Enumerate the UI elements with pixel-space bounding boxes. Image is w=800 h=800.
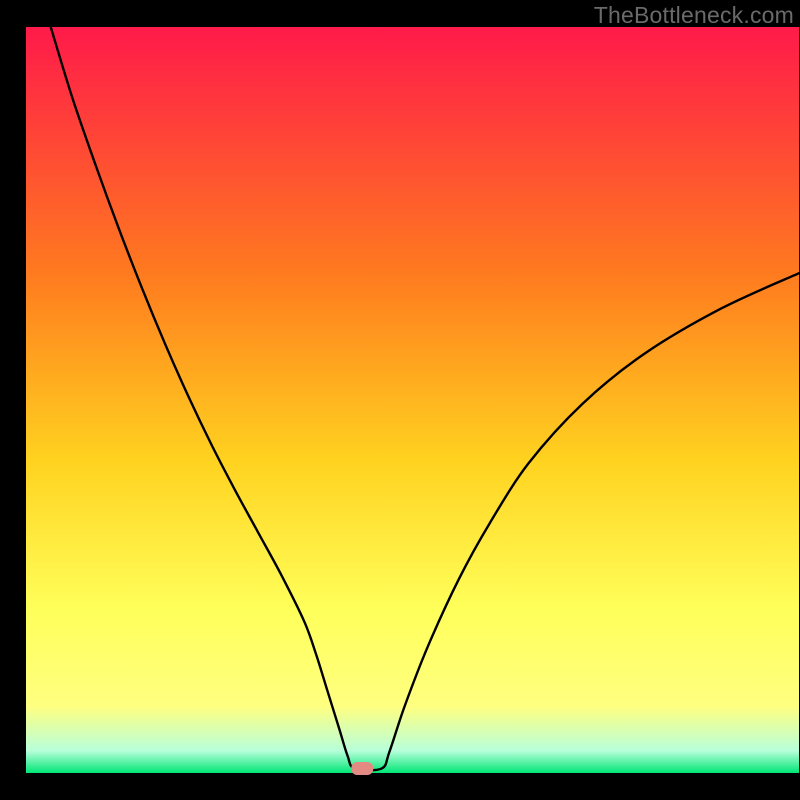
bottleneck-chart bbox=[0, 0, 800, 800]
plot-background bbox=[26, 27, 799, 773]
chart-container: TheBottleneck.com bbox=[0, 0, 800, 800]
optimum-marker bbox=[351, 762, 373, 775]
watermark-text: TheBottleneck.com bbox=[594, 2, 794, 29]
